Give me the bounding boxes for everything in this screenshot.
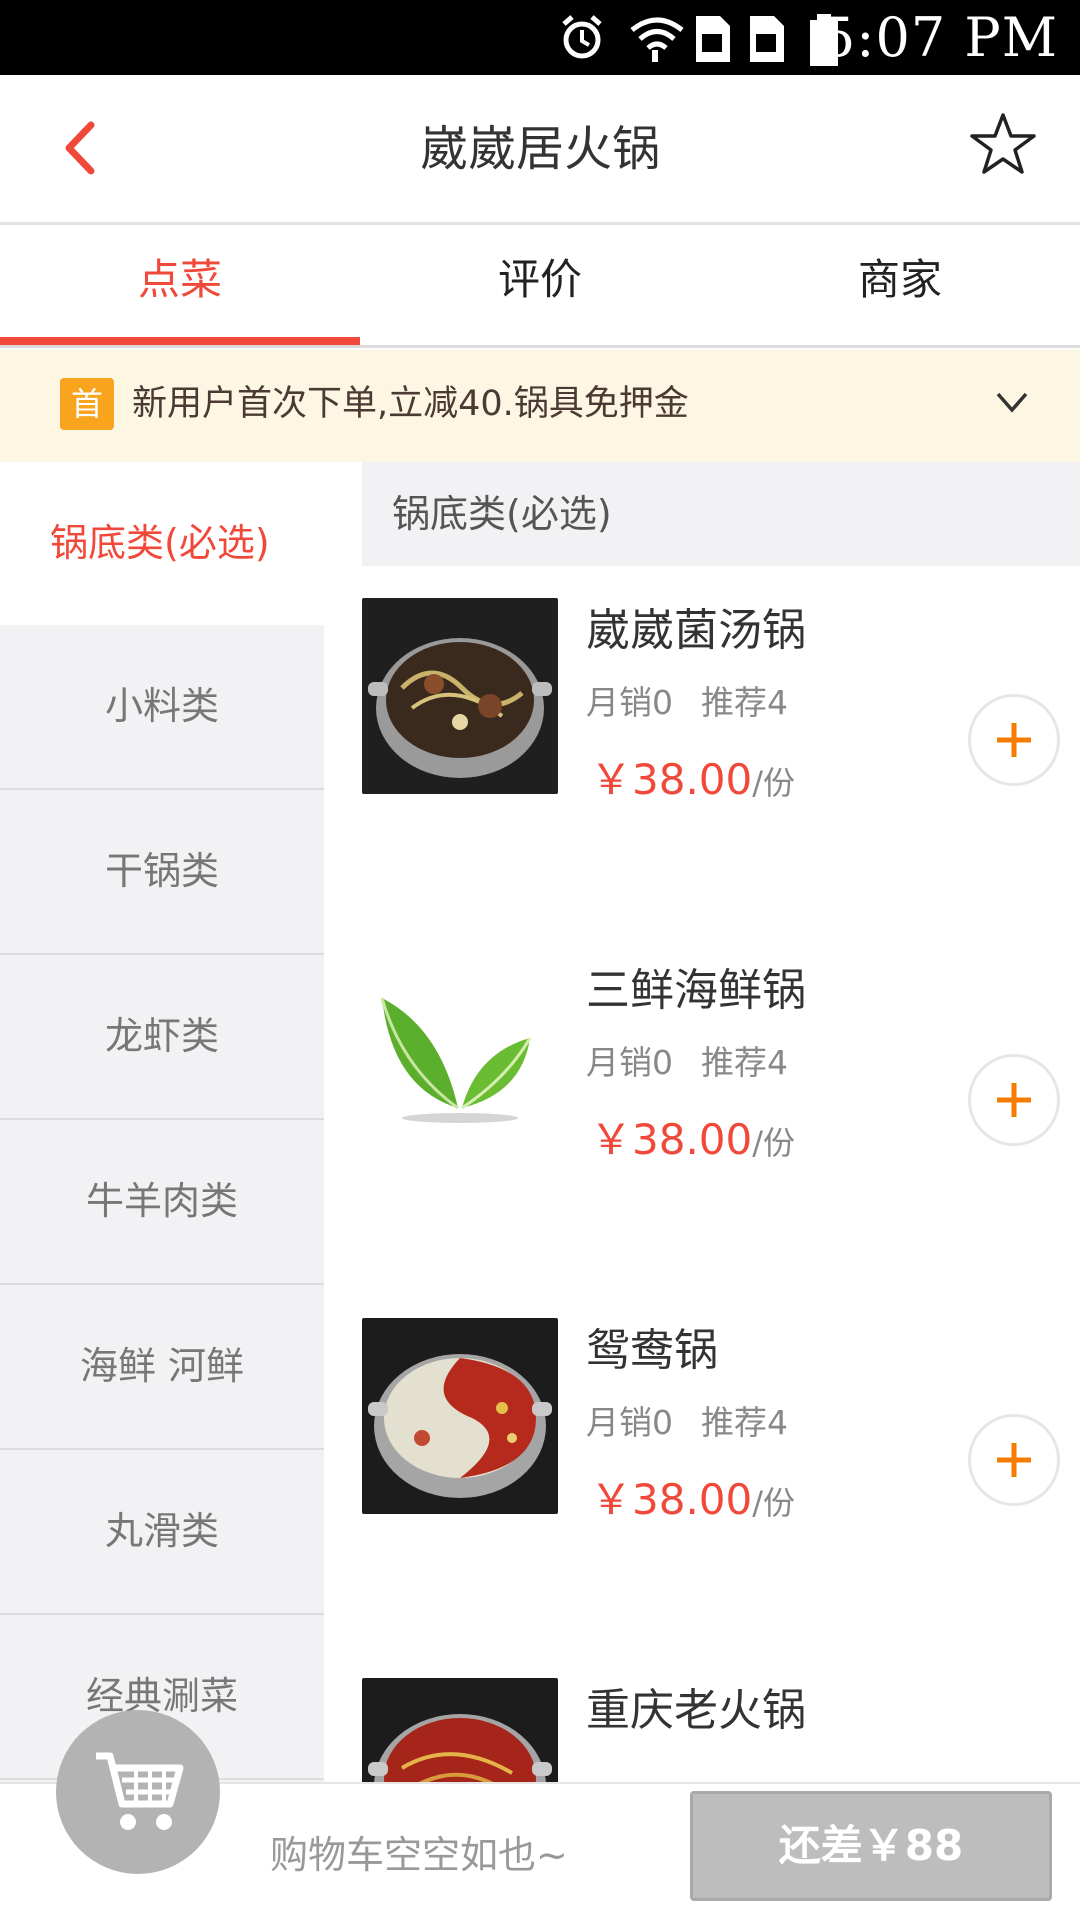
item-image	[362, 1318, 558, 1514]
category-item-crayfish[interactable]: 龙虾类	[0, 955, 324, 1120]
plus-icon	[997, 723, 1031, 757]
item-price-row: ￥38.00/份	[590, 746, 795, 807]
sim-card-icon	[750, 16, 784, 62]
alarm-icon	[562, 15, 602, 59]
promo-notice[interactable]: 首 新用户首次下单,立减40.锅具免押金	[0, 350, 1080, 462]
item-sales: 月销0	[586, 683, 673, 722]
status-time: 5:07 PM	[820, 6, 1058, 69]
cart-button[interactable]	[56, 1710, 220, 1874]
add-to-cart-button[interactable]	[968, 694, 1060, 786]
shopping-cart-icon	[96, 1752, 184, 1830]
category-item-dry-pot[interactable]: 干锅类	[0, 790, 324, 955]
item-price: ￥38.00	[590, 755, 753, 804]
item-unit: /份	[752, 764, 796, 802]
category-sidebar: 锅底类(必选) 小料类 干锅类 龙虾类 牛羊肉类 海鲜 河鲜 丸滑类 经典涮菜	[0, 462, 362, 1782]
add-to-cart-button[interactable]	[968, 1054, 1060, 1146]
section-title: 锅底类(必选)	[362, 462, 1080, 566]
menu-item[interactable]: 鸳鸯锅 月销0 推荐4 ￥38.00/份	[362, 1286, 1080, 1648]
category-item-condiments[interactable]: 小料类	[0, 625, 324, 790]
item-unit: /份	[752, 1124, 796, 1162]
item-price-row: ￥38.00/份	[590, 1106, 795, 1167]
menu-item[interactable]: 重庆老火锅	[362, 1646, 1080, 1782]
app-header: 崴崴居火锅	[0, 75, 1080, 225]
item-sales: 月销0	[586, 1403, 673, 1442]
tab-reviews[interactable]: 评价	[360, 225, 720, 345]
tab-merchant[interactable]: 商家	[720, 225, 1080, 345]
add-to-cart-button[interactable]	[968, 1414, 1060, 1506]
status-bar: 5:07 PM	[0, 0, 1080, 75]
wifi-icon	[630, 17, 684, 62]
sim-card-icon	[696, 16, 730, 62]
item-price: ￥38.00	[590, 1475, 753, 1524]
item-recommend: 推荐4	[701, 1043, 788, 1082]
favorite-button[interactable]	[968, 109, 1038, 179]
category-item-seafood[interactable]: 海鲜 河鲜	[0, 1285, 324, 1450]
item-name: 崴崴菌汤锅	[586, 605, 806, 656]
category-item-balls[interactable]: 丸滑类	[0, 1450, 324, 1615]
item-meta: 月销0 推荐4	[586, 1396, 788, 1444]
item-name: 鸳鸯锅	[586, 1325, 718, 1376]
category-item-hotpot-base[interactable]: 锅底类(必选)	[0, 462, 362, 625]
item-price-row: ￥38.00/份	[590, 1466, 795, 1527]
chevron-down-icon[interactable]	[992, 382, 1032, 422]
active-tab-indicator	[0, 337, 360, 345]
menu-item[interactable]: 崴崴菌汤锅 月销0 推荐4 ￥38.00/份	[362, 566, 1080, 928]
cart-empty-text: 购物车空空如也~	[270, 1833, 568, 1877]
item-recommend: 推荐4	[701, 683, 788, 722]
item-price: ￥38.00	[590, 1115, 753, 1164]
tab-order[interactable]: 点菜	[0, 225, 360, 345]
item-meta: 月销0 推荐4	[586, 676, 788, 724]
new-user-badge: 首	[60, 378, 114, 430]
item-image	[362, 958, 558, 1154]
item-sales: 月销0	[586, 1043, 673, 1082]
item-image	[362, 598, 558, 794]
tab-bar: 点菜 评价 商家	[0, 225, 1080, 348]
item-unit: /份	[752, 1484, 796, 1522]
promo-text: 新用户首次下单,立减40.锅具免押金	[132, 384, 689, 424]
menu-item[interactable]: 三鲜海鲜锅 月销0 推荐4 ￥38.00/份	[362, 926, 1080, 1288]
page-title: 崴崴居火锅	[419, 121, 660, 177]
plus-icon	[997, 1083, 1031, 1117]
item-name: 重庆老火锅	[586, 1685, 806, 1736]
checkout-button[interactable]: 还差￥88	[690, 1791, 1052, 1901]
item-image	[362, 1678, 558, 1782]
item-recommend: 推荐4	[701, 1403, 788, 1442]
item-meta: 月销0 推荐4	[586, 1036, 788, 1084]
category-item-beef-lamb[interactable]: 牛羊肉类	[0, 1120, 324, 1285]
item-name: 三鲜海鲜锅	[586, 965, 806, 1016]
plus-icon	[997, 1443, 1031, 1477]
star-icon	[970, 113, 1036, 174]
